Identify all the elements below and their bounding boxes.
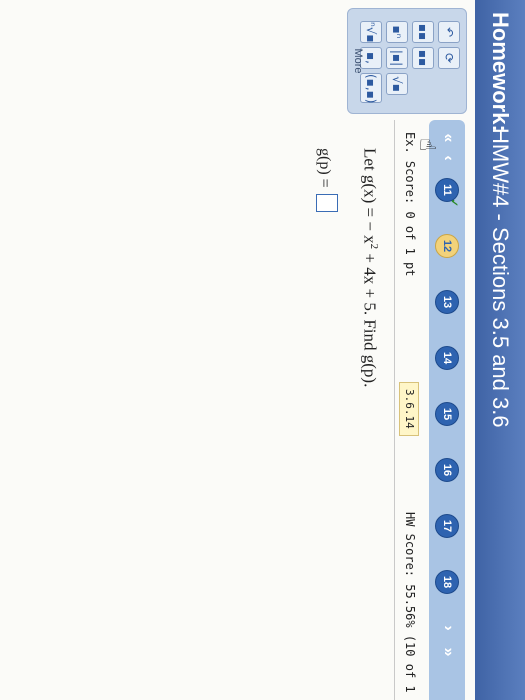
question-17-button[interactable]: 17 xyxy=(435,514,459,538)
redo-icon[interactable]: ⟳ xyxy=(438,47,460,69)
answer-row: g(p) = xyxy=(315,148,338,212)
prompt-text-start: Let g(x) = − x xyxy=(360,148,380,244)
first-question-icon[interactable]: « xyxy=(438,128,458,148)
question-16-button[interactable]: 16 xyxy=(435,458,459,482)
score-line: Ex. Score: 0 of 1 pt 3.6.14 HW Score: 55… xyxy=(399,120,421,700)
question-11-button[interactable]: 11 xyxy=(435,178,459,202)
square-root-template-button[interactable]: √▪ xyxy=(386,73,408,95)
math-template-toolbar: ↶ ⟳ ▪▪ ▪▪ ▪ⁿ |▪| √▪ ⁿ√▪ ▪, (▪,▪) More xyxy=(347,8,467,114)
answer-input[interactable] xyxy=(316,193,338,212)
answer-label: g(p) = xyxy=(316,148,333,188)
exercise-code-badge: 3.6.14 xyxy=(399,382,419,436)
fraction-template-button[interactable]: ▪▪ xyxy=(412,21,434,43)
question-15-button[interactable]: 15 xyxy=(435,402,459,426)
question-navigation: « ‹ 11 12 13 14 15 16 17 18 › » xyxy=(429,120,465,700)
undo-icon[interactable]: ↶ xyxy=(438,21,460,43)
previous-question-icon[interactable]: ‹ xyxy=(438,148,458,168)
mixed-number-template-button[interactable]: ▪▪ xyxy=(412,47,434,69)
prompt-text-end: + 4x + 5. Find g(p). xyxy=(360,249,380,388)
homework-label: Homework: xyxy=(488,12,513,132)
homework-title: HMW#4 - Sections 3.5 and 3.6 xyxy=(488,128,513,428)
question-13-button[interactable]: 13 xyxy=(435,290,459,314)
homework-score: HW Score: 55.56% (10 of 1 xyxy=(403,512,417,693)
question-12-button[interactable]: 12 xyxy=(435,234,459,258)
header-bar: Homework: HMW#4 - Sections 3.5 and 3.6 xyxy=(475,0,525,700)
absolute-value-template-button[interactable]: |▪| xyxy=(386,47,408,69)
exercise-score: Ex. Score: 0 of 1 pt xyxy=(403,132,417,277)
exponent-template-button[interactable]: ▪ⁿ xyxy=(386,21,408,43)
next-question-icon[interactable]: › xyxy=(438,618,458,638)
last-question-icon[interactable]: » xyxy=(438,642,458,662)
more-templates-button[interactable]: More xyxy=(352,9,364,113)
question-18-button[interactable]: 18 xyxy=(435,570,459,594)
question-14-button[interactable]: 14 xyxy=(435,346,459,370)
homework-screen: Homework: HMW#4 - Sections 3.5 and 3.6 ↶… xyxy=(0,0,525,700)
hand-cursor-icon: ☝ xyxy=(414,138,439,152)
question-prompt: Let g(x) = − x2 + 4x + 5. Find g(p). xyxy=(359,148,380,387)
question-panel: Let g(x) = − x2 + 4x + 5. Find g(p). g(p… xyxy=(0,120,395,700)
